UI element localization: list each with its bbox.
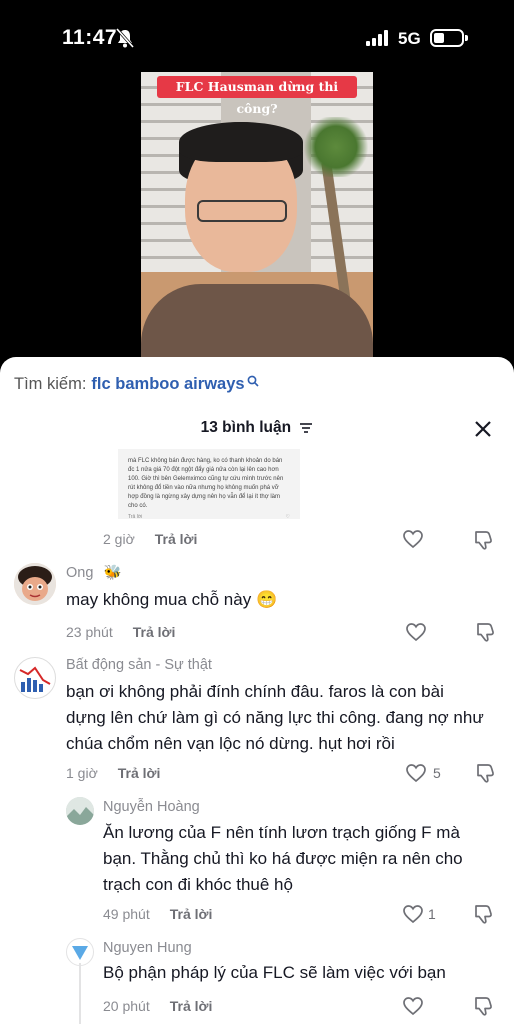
comment-time: 49 phút — [103, 906, 150, 922]
avatar-landscape-icon — [66, 797, 94, 825]
comment-author-name: Ong — [66, 565, 94, 581]
comment-author[interactable]: Ong 🐝 — [66, 564, 122, 581]
video-player[interactable]: FLC Hausman dừng thi công? — [141, 72, 373, 362]
status-time: 11:47 — [62, 26, 118, 49]
reply-button[interactable]: Trả lời — [118, 765, 161, 781]
comments-sheet: Tìm kiếm: flc bamboo airways 13 bình luậ… — [0, 357, 514, 1024]
comment-time: 2 giờ — [103, 531, 135, 547]
comment-text: bạn ơi không phải đính chính đâu. faros … — [66, 682, 484, 753]
like-button[interactable]: 1 — [402, 904, 436, 924]
comment-text: may không mua chỗ này 😁 — [66, 590, 278, 609]
dislike-icon[interactable] — [474, 762, 496, 784]
like-button[interactable]: 5 — [405, 763, 441, 783]
reply-text: Ăn lương của F nên tính lươn trạch giống… — [103, 823, 463, 894]
reply-text: Bộ phận pháp lý của FLC sẽ làm việc với … — [103, 963, 446, 982]
network-label: 5G — [398, 29, 421, 48]
glasses — [197, 200, 287, 222]
search-term[interactable]: flc bamboo airways — [91, 375, 244, 394]
comment-meta: 23 phút Trả lời — [66, 624, 175, 640]
comment-image-reply: Trả lời — [128, 514, 143, 520]
avatar-triangle-icon — [72, 946, 88, 960]
comment-image-text: mà FLC không bán được hàng, ko có thanh … — [128, 458, 284, 509]
heart-icon — [403, 905, 423, 924]
reply-author-name[interactable]: Nguyen Hung — [103, 940, 192, 956]
comments-count-header: 13 bình luận — [0, 419, 514, 437]
bell-off-icon — [116, 28, 134, 48]
dislike-icon[interactable] — [474, 621, 496, 643]
like-count: 1 — [428, 906, 436, 922]
video-title-overlay: FLC Hausman dừng thi công? — [157, 76, 357, 116]
avatar-chart-icon — [19, 666, 51, 692]
like-button[interactable] — [402, 529, 424, 549]
battery-icon — [430, 29, 468, 47]
search-icon — [247, 375, 259, 387]
palm-leaves — [301, 117, 371, 177]
heart-icon — [406, 764, 426, 783]
dislike-icon[interactable] — [472, 903, 494, 925]
screen: 11:47 5G FLC Hausman dừng thi công? Tìm … — [0, 0, 514, 1024]
like-button[interactable] — [405, 622, 427, 642]
reply-button[interactable]: Trả lời — [155, 531, 198, 547]
like-count: 5 — [433, 765, 441, 781]
reply-button[interactable]: Trả lời — [170, 998, 213, 1014]
avatar[interactable] — [66, 938, 94, 966]
heart-icon — [406, 623, 426, 642]
reply-author-name[interactable]: Nguyễn Hoàng — [103, 799, 200, 815]
reply-button[interactable]: Trả lời — [133, 624, 176, 640]
heart-icon — [403, 530, 423, 549]
avatar[interactable] — [14, 657, 56, 699]
status-bar: 11:47 5G — [0, 0, 514, 72]
comment-image-footer: Trả lời ♡ — [128, 514, 290, 520]
like-button[interactable] — [402, 996, 424, 1016]
avatar[interactable] — [14, 563, 56, 605]
search-suggestion[interactable]: Tìm kiếm: flc bamboo airways — [14, 375, 259, 394]
person-body — [141, 284, 373, 362]
search-label: Tìm kiếm: — [14, 375, 87, 393]
comment-time: 1 giờ — [66, 765, 98, 781]
dislike-icon[interactable] — [472, 529, 494, 551]
close-icon[interactable] — [474, 420, 492, 438]
reply-button[interactable]: Trả lời — [170, 906, 213, 922]
avatar[interactable] — [66, 797, 94, 825]
comment-time: 23 phút — [66, 624, 113, 640]
comments-count: 13 bình luận — [200, 419, 292, 436]
comment-image-like-icon: ♡ — [285, 514, 290, 520]
comment-meta: 49 phút Trả lời — [103, 906, 212, 922]
comment-meta: 1 giờ Trả lời — [66, 765, 160, 781]
signal-icon — [366, 30, 390, 46]
person-hairline — [179, 122, 303, 162]
dislike-icon[interactable] — [472, 995, 494, 1017]
bee-emoji: 🐝 — [103, 565, 122, 581]
avatar-cartoon-icon — [14, 563, 56, 605]
comment-author-name[interactable]: Bất động sản - Sự thật — [66, 657, 212, 673]
comment-time: 20 phút — [103, 998, 150, 1014]
comment-meta: 2 giờ Trả lời — [103, 531, 197, 547]
heart-icon — [403, 997, 423, 1016]
filter-icon[interactable] — [299, 422, 313, 434]
comment-image[interactable]: mà FLC không bán được hàng, ko có thanh … — [118, 449, 300, 520]
thread-line — [79, 963, 81, 1024]
comment-meta: 20 phút Trả lời — [103, 998, 212, 1014]
